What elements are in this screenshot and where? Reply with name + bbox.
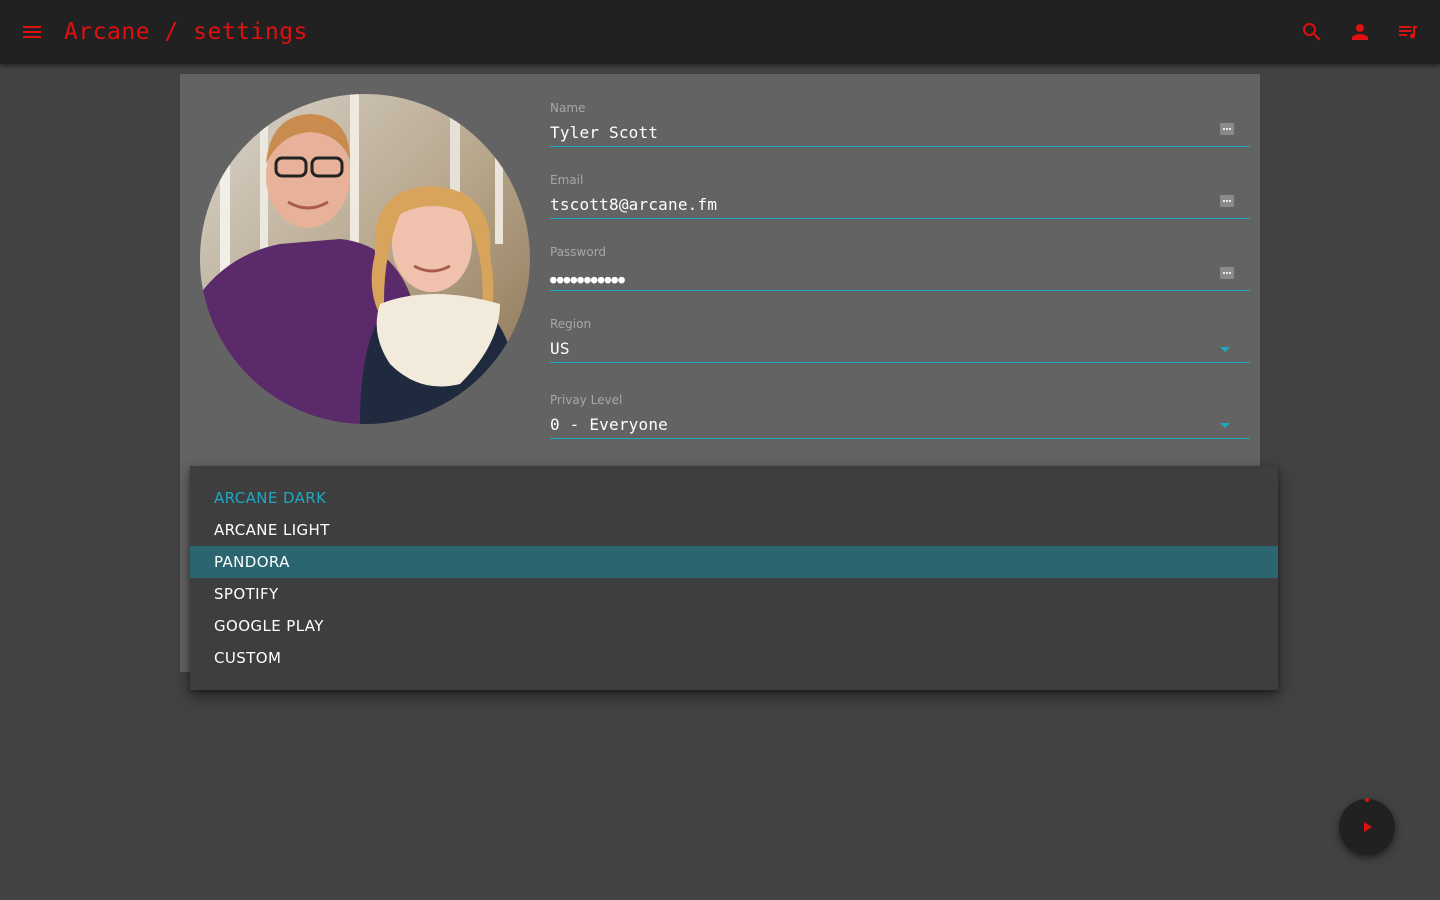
privacy-label: Privay Level (550, 393, 623, 407)
privacy-underline (550, 438, 1250, 439)
name-field[interactable]: Name Tyler Scott (550, 101, 1250, 157)
region-label: Region (550, 317, 592, 331)
password-underline (550, 290, 1250, 291)
password-input[interactable]: ●●●●●●●●●●● (550, 269, 625, 291)
avatar[interactable] (200, 94, 530, 424)
name-underline (550, 146, 1250, 147)
privacy-level-select[interactable]: Privay Level 0 - Everyone (550, 393, 1250, 449)
play-icon (1364, 822, 1372, 832)
email-underline (550, 218, 1250, 219)
more-icon[interactable] (1220, 123, 1234, 135)
app-bar: Arcane / settings (0, 0, 1440, 64)
email-field[interactable]: Email tscott8@arcane.fm (550, 173, 1250, 229)
play-fab-button[interactable] (1339, 798, 1395, 855)
dropdown-arrow-icon[interactable] (1220, 347, 1230, 352)
menu-item-spotify[interactable]: SPOTIFY (190, 578, 1278, 610)
theme-menu: ARCANE DARK ARCANE LIGHT PANDORA SPOTIFY… (190, 466, 1278, 690)
password-label: Password (550, 245, 607, 259)
menu-item-arcane-light[interactable]: ARCANE LIGHT (190, 514, 1278, 546)
region-underline (550, 362, 1250, 363)
menu-item-pandora[interactable]: PANDORA (190, 546, 1278, 578)
menu-item-custom[interactable]: CUSTOM (190, 642, 1278, 674)
progress-indicator (1365, 798, 1369, 802)
name-input[interactable]: Tyler Scott (550, 122, 658, 144)
menu-item-arcane-dark[interactable]: ARCANE DARK (190, 482, 1278, 514)
dropdown-arrow-icon[interactable] (1220, 423, 1230, 428)
privacy-value[interactable]: 0 - Everyone (550, 414, 668, 436)
email-label: Email (550, 173, 584, 187)
more-icon[interactable] (1220, 195, 1234, 207)
page-title: Arcane / settings (64, 19, 308, 45)
region-select[interactable]: Region US (550, 317, 1250, 373)
menu-icon[interactable] (20, 20, 44, 44)
queue-music-icon[interactable] (1396, 20, 1420, 44)
email-input[interactable]: tscott8@arcane.fm (550, 194, 717, 216)
region-value[interactable]: US (550, 338, 570, 360)
search-icon[interactable] (1300, 20, 1324, 44)
menu-item-google-play[interactable]: GOOGLE PLAY (190, 610, 1278, 642)
more-icon[interactable] (1220, 267, 1234, 279)
profile-photo (200, 94, 530, 424)
account-icon[interactable] (1348, 20, 1372, 44)
password-field[interactable]: Password ●●●●●●●●●●● (550, 245, 1250, 301)
name-label: Name (550, 101, 586, 115)
